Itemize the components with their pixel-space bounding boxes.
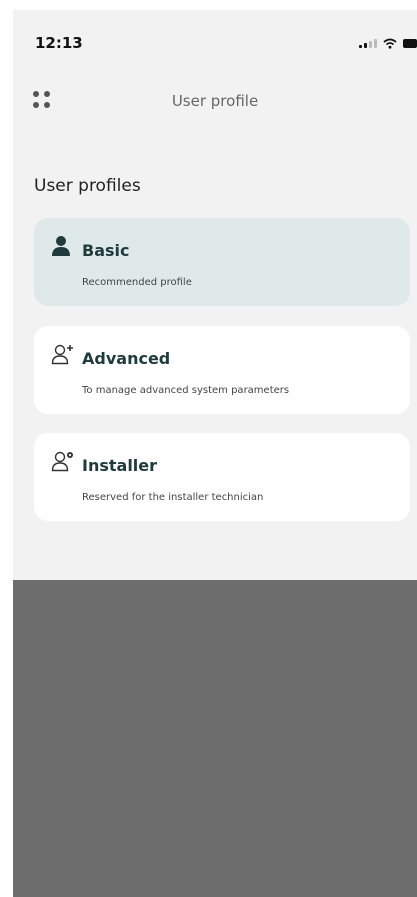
signal-icon (359, 38, 377, 48)
app-screen: 12:13 User profile User profiles Basic R… (13, 10, 417, 897)
wifi-icon (383, 38, 397, 49)
person-gear-icon (51, 451, 73, 472)
page-title: User profile (171, 92, 259, 110)
profile-title: Basic (82, 241, 130, 260)
dimmed-overlay (13, 580, 417, 897)
status-bar: 12:13 (13, 10, 417, 70)
person-plus-icon (51, 344, 73, 365)
status-time: 12:13 (35, 34, 83, 52)
profile-card-basic[interactable]: Basic Recommended profile (34, 218, 410, 306)
battery-icon (403, 38, 417, 48)
profile-subtitle: Recommended profile (82, 277, 192, 288)
profile-subtitle: To manage advanced system parameters (82, 385, 290, 396)
profile-title: Installer (82, 456, 158, 475)
profile-subtitle: Reserved for the installer technician (82, 492, 264, 503)
profile-title: Advanced (82, 349, 171, 368)
section-title: User profiles (34, 176, 141, 196)
profile-card-advanced[interactable]: Advanced To manage advanced system param… (34, 326, 410, 414)
person-filled-icon (52, 236, 70, 256)
profile-card-installer[interactable]: Installer Reserved for the installer tec… (34, 433, 410, 521)
header: User profile (13, 85, 417, 125)
status-icons (359, 36, 417, 50)
